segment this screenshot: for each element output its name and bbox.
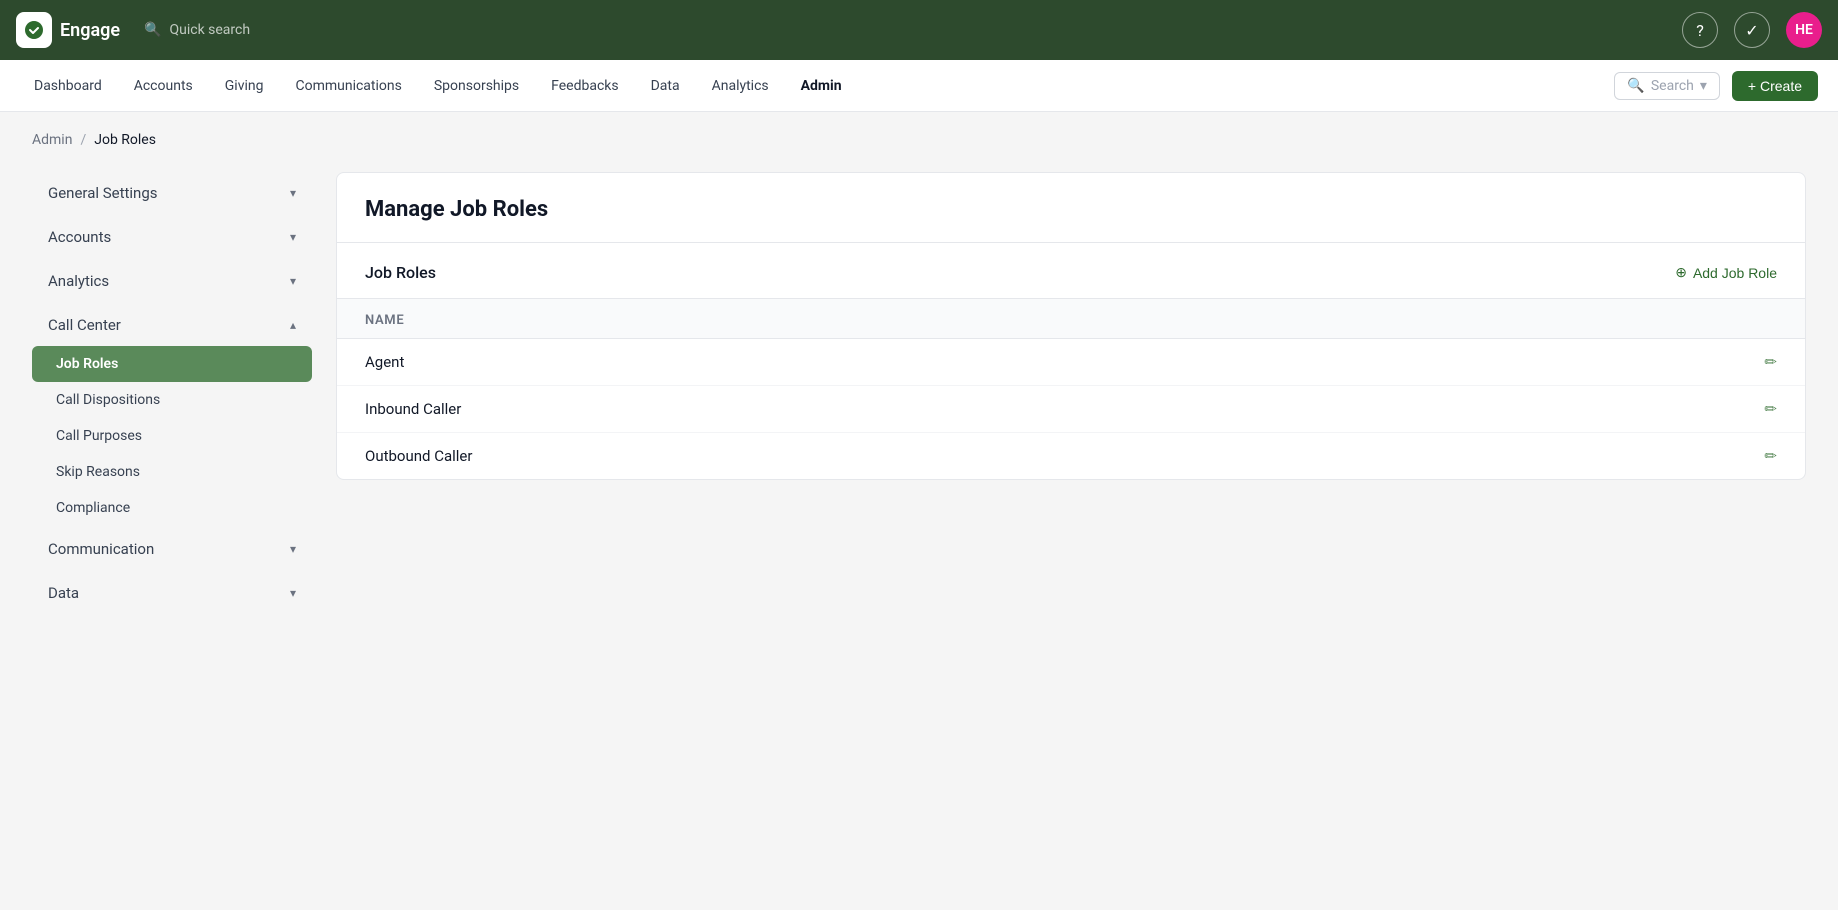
chevron-down-icon-accounts: ▾ [290, 230, 296, 244]
sidebar-section-label-general-settings: General Settings [48, 184, 158, 202]
sidebar-section-label-analytics: Analytics [48, 272, 109, 290]
help-button[interactable]: ? [1682, 12, 1718, 48]
sidebar-section-header-data[interactable]: Data ▾ [32, 572, 312, 614]
page-container: Admin / Job Roles General Settings ▾ Acc… [0, 112, 1838, 910]
nav-item-feedbacks[interactable]: Feedbacks [537, 72, 632, 100]
table-col-name: Name [365, 313, 404, 328]
avatar[interactable]: HE [1786, 12, 1822, 48]
row-name-outbound-caller: Outbound Caller [365, 447, 472, 465]
section-title: Job Roles [365, 263, 436, 282]
nav-item-sponsorships[interactable]: Sponsorships [420, 72, 533, 100]
tasks-button[interactable]: ✓ [1734, 12, 1770, 48]
nav-item-giving[interactable]: Giving [211, 72, 278, 100]
nav-right: 🔍 Search ▾ + Create [1614, 71, 1818, 101]
sidebar-item-job-roles[interactable]: Job Roles [32, 346, 312, 382]
quick-search[interactable]: 🔍 Quick search [144, 22, 250, 38]
chevron-down-icon: ▾ [290, 186, 296, 200]
chevron-down-icon-analytics: ▾ [290, 274, 296, 288]
search-box[interactable]: 🔍 Search ▾ [1614, 72, 1719, 100]
nav-item-accounts[interactable]: Accounts [120, 72, 207, 100]
add-job-role-button[interactable]: ⊕ Add Job Role [1675, 264, 1777, 281]
sidebar-section-general-settings: General Settings ▾ [32, 172, 312, 214]
table-header: Name [337, 298, 1805, 339]
top-bar: Engage 🔍 Quick search ? ✓ HE [0, 0, 1838, 60]
sidebar-section-call-center: Call Center ▴ Job Roles Call Disposition… [32, 304, 312, 526]
main-content-panel: Manage Job Roles Job Roles ⊕ Add Job Rol… [336, 172, 1806, 480]
top-bar-right: ? ✓ HE [1682, 12, 1822, 48]
search-box-label: Search [1651, 78, 1694, 94]
app-logo[interactable]: Engage [16, 12, 120, 48]
breadcrumb-current: Job Roles [94, 132, 156, 148]
table-row: Outbound Caller ✏ [337, 433, 1805, 479]
breadcrumb: Admin / Job Roles [32, 132, 1806, 148]
edit-icon-outbound-caller[interactable]: ✏ [1764, 447, 1777, 465]
sidebar-section-header-accounts[interactable]: Accounts ▾ [32, 216, 312, 258]
sidebar: General Settings ▾ Accounts ▾ Analytics … [32, 172, 312, 616]
search-icon: 🔍 [144, 22, 161, 38]
nav-item-data[interactable]: Data [637, 72, 694, 100]
nav-items: Dashboard Accounts Giving Communications… [20, 72, 1614, 100]
chevron-down-icon-communication: ▾ [290, 542, 296, 556]
sidebar-item-skip-reasons[interactable]: Skip Reasons [32, 454, 312, 490]
breadcrumb-parent[interactable]: Admin [32, 132, 72, 148]
secondary-nav: Dashboard Accounts Giving Communications… [0, 60, 1838, 112]
row-name-inbound-caller: Inbound Caller [365, 400, 461, 418]
sidebar-section-header-call-center[interactable]: Call Center ▴ [32, 304, 312, 346]
edit-icon-inbound-caller[interactable]: ✏ [1764, 400, 1777, 418]
sidebar-section-analytics: Analytics ▾ [32, 260, 312, 302]
search-box-icon: 🔍 [1627, 78, 1644, 94]
nav-item-analytics[interactable]: Analytics [698, 72, 783, 100]
logo-icon [16, 12, 52, 48]
quick-search-label: Quick search [169, 22, 250, 38]
sidebar-section-header-general-settings[interactable]: General Settings ▾ [32, 172, 312, 214]
chevron-down-icon-data: ▾ [290, 586, 296, 600]
breadcrumb-separator: / [80, 132, 86, 148]
nav-item-communications[interactable]: Communications [281, 72, 415, 100]
sidebar-section-label-communication: Communication [48, 540, 154, 558]
section-header: Job Roles ⊕ Add Job Role [337, 243, 1805, 298]
sidebar-section-label-call-center: Call Center [48, 316, 121, 334]
table-row: Agent ✏ [337, 339, 1805, 386]
sidebar-section-accounts: Accounts ▾ [32, 216, 312, 258]
help-icon: ? [1696, 21, 1704, 40]
search-dropdown-icon: ▾ [1700, 78, 1707, 94]
plus-circle-icon: ⊕ [1675, 264, 1687, 281]
sidebar-section-communication: Communication ▾ [32, 528, 312, 570]
sidebar-section-label-accounts: Accounts [48, 228, 111, 246]
table-row: Inbound Caller ✏ [337, 386, 1805, 433]
sidebar-item-compliance[interactable]: Compliance [32, 490, 312, 526]
tasks-icon: ✓ [1745, 21, 1758, 40]
sidebar-section-data: Data ▾ [32, 572, 312, 614]
sidebar-section-label-data: Data [48, 584, 79, 602]
nav-item-dashboard[interactable]: Dashboard [20, 72, 116, 100]
main-header: Manage Job Roles [337, 173, 1805, 243]
page-title: Manage Job Roles [365, 197, 1777, 222]
sidebar-section-header-communication[interactable]: Communication ▾ [32, 528, 312, 570]
app-name: Engage [60, 20, 120, 41]
create-button[interactable]: + Create [1732, 71, 1818, 101]
row-name-agent: Agent [365, 353, 404, 371]
nav-item-admin[interactable]: Admin [787, 72, 856, 100]
chevron-up-icon-call-center: ▴ [290, 318, 296, 332]
edit-icon-agent[interactable]: ✏ [1764, 353, 1777, 371]
sidebar-item-call-purposes[interactable]: Call Purposes [32, 418, 312, 454]
sidebar-item-call-dispositions[interactable]: Call Dispositions [32, 382, 312, 418]
sidebar-section-header-analytics[interactable]: Analytics ▾ [32, 260, 312, 302]
content-layout: General Settings ▾ Accounts ▾ Analytics … [32, 172, 1806, 616]
add-job-role-label: Add Job Role [1693, 265, 1777, 281]
